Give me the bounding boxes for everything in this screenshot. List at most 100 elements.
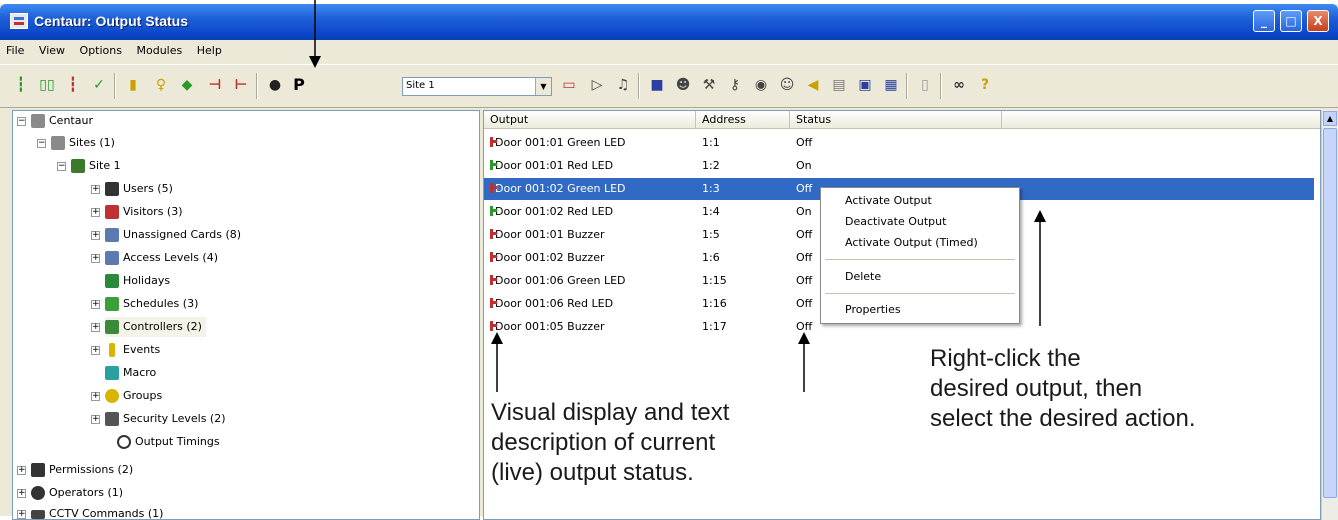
collapse-toggle[interactable]: − [37, 139, 46, 148]
tree-item-unassigned-cards[interactable]: Unassigned Cards (8) [105, 225, 241, 245]
camera-icon[interactable]: ◉ [752, 76, 770, 94]
title-bar[interactable]: Centaur: Output Status _ □ X [0, 4, 1338, 40]
menu-item-deactivate-output[interactable]: Deactivate Output [845, 215, 946, 228]
chevron-down-icon[interactable]: ▼ [535, 78, 551, 95]
tree-item-sites[interactable]: Sites (1) [51, 133, 115, 153]
document-icon[interactable]: ▯ [916, 76, 934, 94]
menu-modules[interactable]: Modules [130, 40, 187, 57]
tree-item-operators[interactable]: Operators (1) [31, 483, 123, 503]
tree-item-controllers[interactable]: Controllers (2) [105, 317, 206, 337]
site-selector[interactable]: Site 1 ▼ [402, 77, 552, 96]
output-off-icon [490, 298, 497, 308]
menu-item-activate-output[interactable]: Activate Output [845, 194, 932, 207]
computer-icon [31, 114, 45, 128]
tree-item-output-timings[interactable]: Output Timings [117, 432, 220, 452]
tree-panel: − Centaur − Sites (1) − Site 1 + Users (… [12, 110, 480, 520]
scroll-up-icon[interactable]: ▲ [1323, 111, 1337, 126]
site-icon [71, 159, 85, 173]
graph-icon[interactable]: ▦ [882, 76, 900, 94]
output-off-icon [490, 137, 497, 147]
tree-item-cctv-commands[interactable]: CCTV Commands (1) [31, 504, 163, 519]
collapse-toggle[interactable]: − [57, 162, 66, 171]
column-status[interactable]: Status [790, 111, 1002, 129]
tree-item-security-levels[interactable]: Security Levels (2) [105, 409, 226, 429]
tree-item-access-levels[interactable]: Access Levels (4) [105, 248, 218, 268]
expand-toggle[interactable]: + [17, 510, 26, 519]
binoculars-icon[interactable]: ∞ [950, 76, 968, 94]
tree-item-visitors[interactable]: Visitors (3) [105, 202, 183, 222]
expand-toggle[interactable]: + [91, 231, 100, 240]
holidays-icon [105, 274, 119, 288]
expand-toggle[interactable]: + [17, 489, 26, 498]
menu-options[interactable]: Options [74, 40, 127, 57]
tree-item-holidays[interactable]: Holidays [105, 271, 170, 291]
scroll-thumb[interactable] [1323, 128, 1337, 498]
person-icon[interactable]: ☺ [778, 76, 796, 94]
column-address[interactable]: Address [696, 111, 790, 129]
table-row[interactable]: Door 001:01 Red LED 1:2 On [484, 155, 1314, 177]
output-icon[interactable]: ┇ [64, 76, 82, 94]
expand-toggle[interactable]: + [91, 323, 100, 332]
minimize-button[interactable]: _ [1253, 10, 1275, 32]
input-icon[interactable]: ┇ [12, 76, 30, 94]
menu-item-delete[interactable]: Delete [845, 270, 881, 283]
check-icon[interactable]: ✓ [90, 76, 108, 94]
tag-icon[interactable]: ▷ [588, 76, 606, 94]
tree-item-users[interactable]: Users (5) [105, 179, 173, 199]
maximize-button[interactable]: □ [1280, 10, 1302, 32]
door-icon[interactable]: ▮ [124, 76, 142, 94]
users-icon [105, 182, 119, 196]
column-output[interactable]: Output [484, 111, 696, 129]
printer-icon[interactable]: ▤ [830, 76, 848, 94]
menu-help[interactable]: Help [191, 40, 227, 57]
expand-toggle[interactable]: + [91, 208, 100, 217]
reader-icon[interactable]: ■ [648, 76, 666, 94]
help-icon[interactable]: ? [976, 76, 994, 94]
security-levels-icon [105, 412, 119, 426]
annotation-left: Visual display and text description of c… [491, 399, 730, 486]
tree-root[interactable]: Centaur [31, 111, 93, 131]
site-selector-value: Site 1 [406, 80, 435, 91]
tree-item-permissions[interactable]: Permissions (2) [31, 460, 133, 480]
speaker-icon[interactable]: ◀ [804, 76, 822, 94]
expand-toggle[interactable]: + [91, 254, 100, 263]
doors-icon[interactable]: ▯▯ [38, 76, 56, 94]
menu-view[interactable]: View [33, 40, 70, 57]
tree-item-groups[interactable]: Groups [105, 386, 162, 406]
table-row[interactable]: Door 001:01 Green LED 1:1 Off [484, 132, 1314, 154]
output-active-icon[interactable]: ⊢ [232, 76, 250, 94]
expand-toggle[interactable]: + [91, 415, 100, 424]
close-button[interactable]: X [1307, 10, 1329, 32]
rect-icon[interactable]: ▭ [560, 76, 578, 94]
macro-icon [105, 366, 119, 380]
menu-file[interactable]: File [0, 40, 29, 57]
expand-toggle[interactable]: + [91, 392, 100, 401]
keys-icon[interactable]: ⚷ [726, 76, 744, 94]
tree-item-events[interactable]: Events [105, 340, 160, 360]
collapse-toggle[interactable]: − [17, 117, 26, 126]
bulb-icon[interactable]: ♀ [152, 76, 170, 94]
network-icon[interactable]: ♫ [614, 76, 632, 94]
menu-item-properties[interactable]: Properties [845, 303, 901, 316]
monitor-icon[interactable]: ▣ [856, 76, 874, 94]
tree-item-schedules[interactable]: Schedules (3) [105, 294, 198, 314]
tree-item-site-1[interactable]: Site 1 [71, 156, 121, 176]
visitor-icon[interactable]: ☻ [674, 76, 692, 94]
expand-toggle[interactable]: + [91, 185, 100, 194]
column-filler [1002, 111, 1320, 129]
output-on-icon [490, 160, 497, 170]
expand-toggle[interactable]: + [91, 300, 100, 309]
expand-toggle[interactable]: + [17, 466, 26, 475]
tree-item-macro[interactable]: Macro [105, 363, 156, 383]
vertical-scrollbar[interactable]: ▲ [1321, 110, 1338, 520]
cctv-icon [31, 509, 45, 519]
card-icon[interactable]: ◆ [178, 76, 196, 94]
expand-toggle[interactable]: + [91, 346, 100, 355]
user-icon[interactable]: ● [266, 76, 284, 94]
output-off-icon [490, 321, 497, 331]
tools-icon[interactable]: ⚒ [700, 76, 718, 94]
groups-icon [105, 389, 119, 403]
relay-icon[interactable]: ⊣ [206, 76, 224, 94]
menu-item-activate-output-timed[interactable]: Activate Output (Timed) [845, 236, 978, 249]
p-icon[interactable]: P [290, 76, 308, 94]
